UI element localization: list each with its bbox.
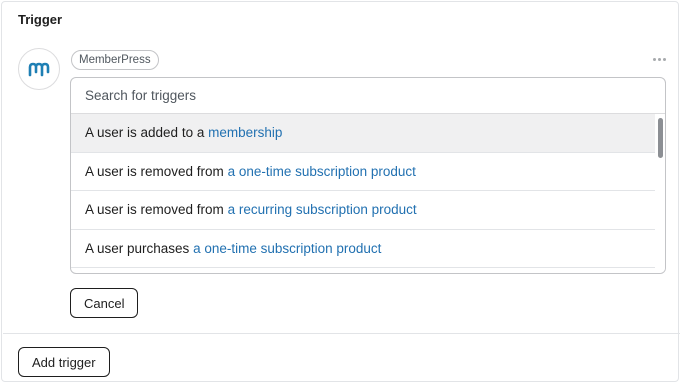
trigger-option[interactable] [71,268,655,273]
trigger-link[interactable]: membership [208,125,282,140]
memberpress-logo-icon-svg [28,62,50,77]
search-input[interactable] [85,88,651,103]
trigger-option[interactable]: A user is added to a membership [71,114,655,153]
trigger-link[interactable]: a recurring subscription product [228,202,417,217]
trigger-panel: Trigger MemberPress A user is added to a… [1,1,680,382]
integration-badge: MemberPress [71,50,159,70]
memberpress-logo-icon [18,48,60,90]
trigger-link[interactable]: a one-time subscription product [193,241,381,256]
trigger-option[interactable]: A user is removed from a one-time subscr… [71,153,655,191]
more-horizontal-icon[interactable] [650,52,668,66]
trigger-text: A user is removed from [85,202,224,218]
trigger-text: A user is removed from [85,163,224,179]
trigger-text: A user is added to a [85,125,205,141]
scrollbar-track[interactable] [655,114,665,273]
search-box [71,78,665,114]
panel-title: Trigger [18,12,63,27]
section-divider [3,333,680,334]
trigger-link[interactable]: a one-time subscription product [228,164,416,179]
trigger-text: A user purchases [85,240,190,256]
trigger-option[interactable]: A user is removed from a recurring subsc… [71,191,655,230]
trigger-option[interactable]: A user purchases a one-time subscription… [71,230,655,268]
cancel-button[interactable]: Cancel [70,288,139,318]
add-trigger-button[interactable]: Add trigger [18,347,110,377]
trigger-list: A user is added to a membership A user i… [71,114,655,273]
scrollbar-thumb[interactable] [658,118,663,158]
trigger-dropdown: A user is added to a membership A user i… [70,77,666,274]
